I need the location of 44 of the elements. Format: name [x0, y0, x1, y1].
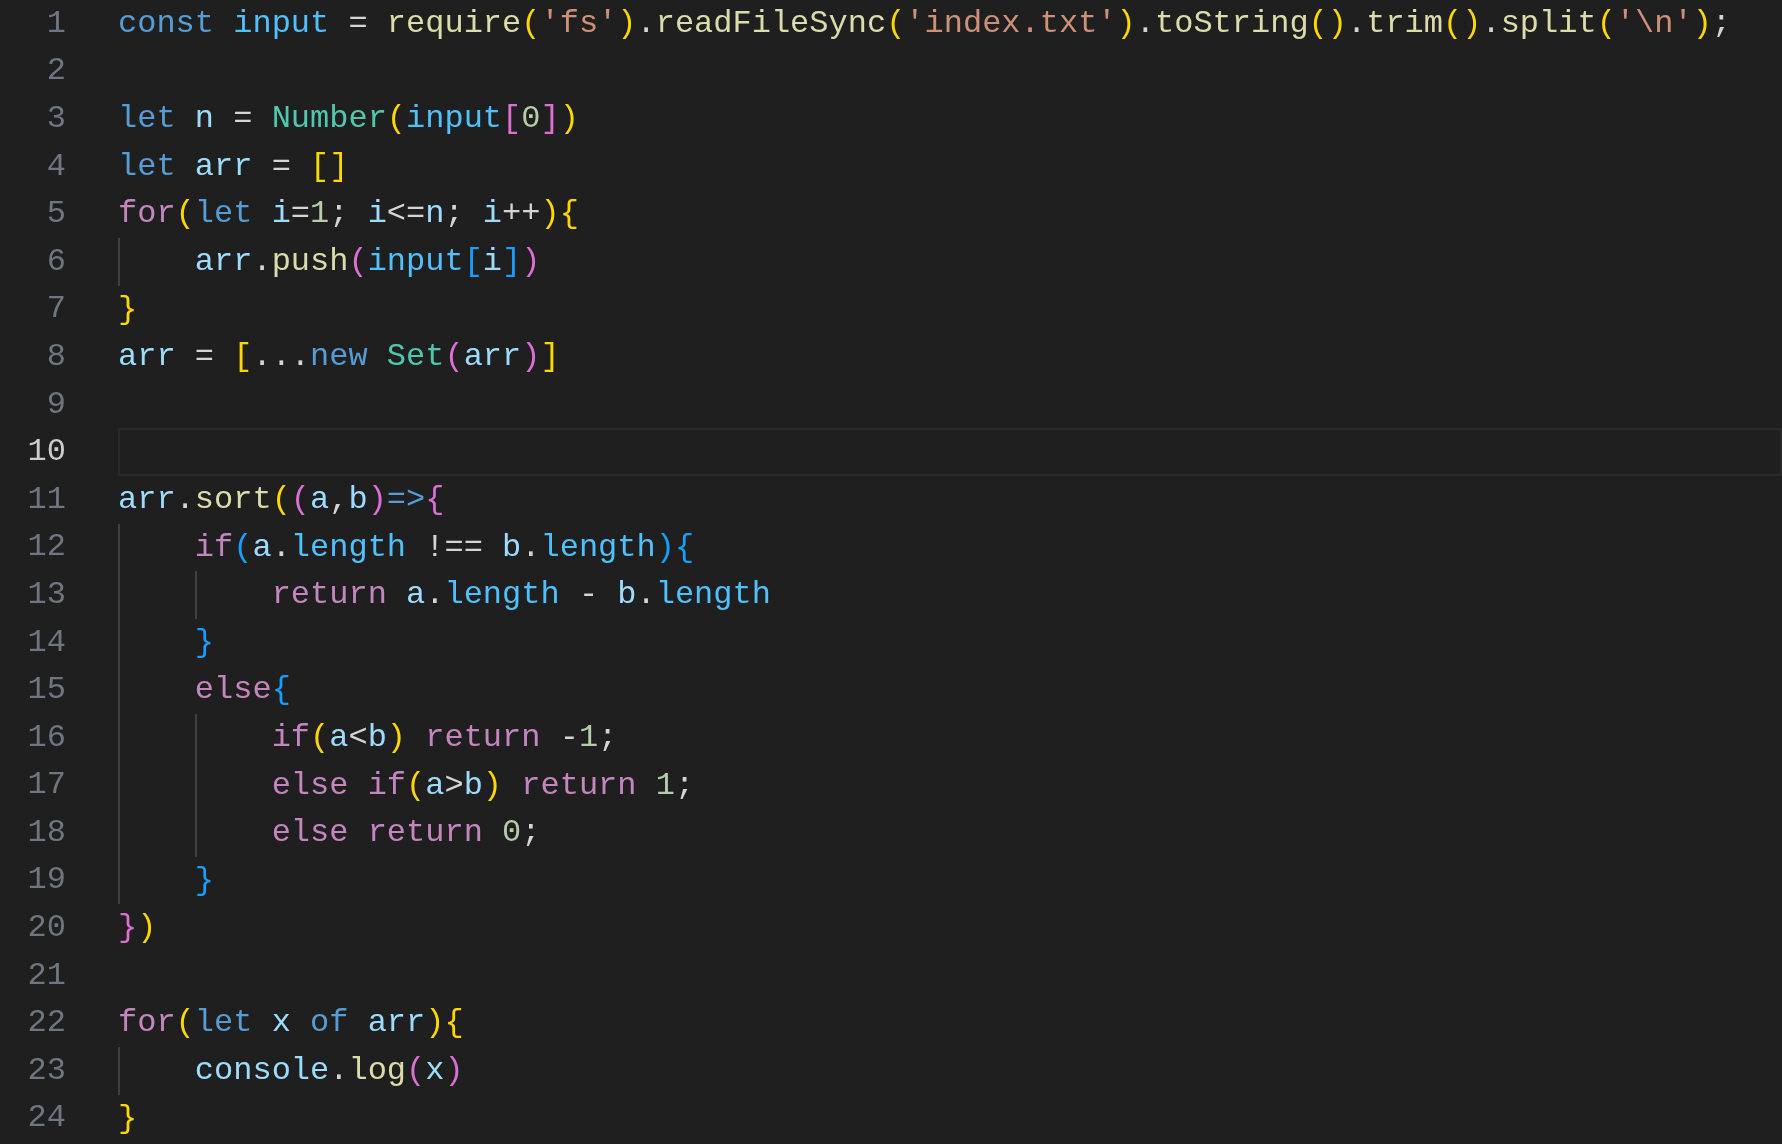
line-number: 12 — [26, 531, 66, 564]
code-line: else if(a>b) return 1; — [271, 765, 695, 806]
code-line: if(a.length !== b.length){ — [194, 527, 695, 568]
line-number: 4 — [45, 150, 66, 183]
line-number: 24 — [26, 1102, 66, 1135]
line-number: 16 — [26, 721, 66, 754]
line-number: 15 — [26, 674, 66, 707]
line-number: 11 — [26, 483, 66, 516]
line-number: 19 — [26, 864, 66, 897]
line-number: 1 — [45, 7, 66, 40]
code-line: } — [194, 622, 214, 663]
code-line: if(a<b) return -1; — [271, 717, 618, 758]
code-line: else{ — [194, 670, 291, 711]
line-number: 13 — [26, 578, 66, 611]
line-number: 22 — [26, 1007, 66, 1040]
code-line: let n = Number(input[0]) — [118, 99, 579, 140]
code-line: let arr = [] — [118, 146, 349, 187]
line-number: 5 — [45, 198, 66, 231]
line-number: 21 — [26, 959, 66, 992]
line-number: 14 — [26, 626, 66, 659]
line-number: 2 — [45, 55, 66, 88]
line-number: 18 — [26, 816, 66, 849]
line-number: 20 — [26, 912, 66, 945]
code-line: } — [118, 289, 138, 330]
code-line: for(let x of arr){ — [118, 1003, 464, 1044]
code-line: else return 0; — [271, 813, 541, 854]
line-number: 17 — [26, 769, 66, 802]
code-line: return a.length - b.length — [271, 575, 771, 616]
line-number: 23 — [26, 1054, 66, 1087]
code-line: } — [118, 1098, 138, 1139]
code-line: } — [194, 860, 214, 901]
code-line: }) — [118, 908, 157, 949]
code-line: const input = require('fs').readFileSync('index.txt').toString().trim().split('\n'); — [118, 4, 1732, 44]
line-number: 6 — [45, 245, 66, 278]
code-line: arr.push(input[i]) — [194, 241, 541, 282]
line-number: 7 — [45, 293, 66, 326]
line-number: 8 — [45, 340, 66, 373]
code-line: arr = [...new Set(arr)] — [118, 337, 560, 378]
line-number: 10 — [26, 436, 66, 469]
code-line: arr.sort((a,b)=>{ — [118, 479, 445, 520]
line-number: 3 — [45, 103, 66, 135]
code-line: console.log(x) — [194, 1051, 464, 1092]
line-number: 9 — [45, 388, 66, 421]
code-line: for(let i=1; i<=n; i++){ — [118, 194, 579, 235]
